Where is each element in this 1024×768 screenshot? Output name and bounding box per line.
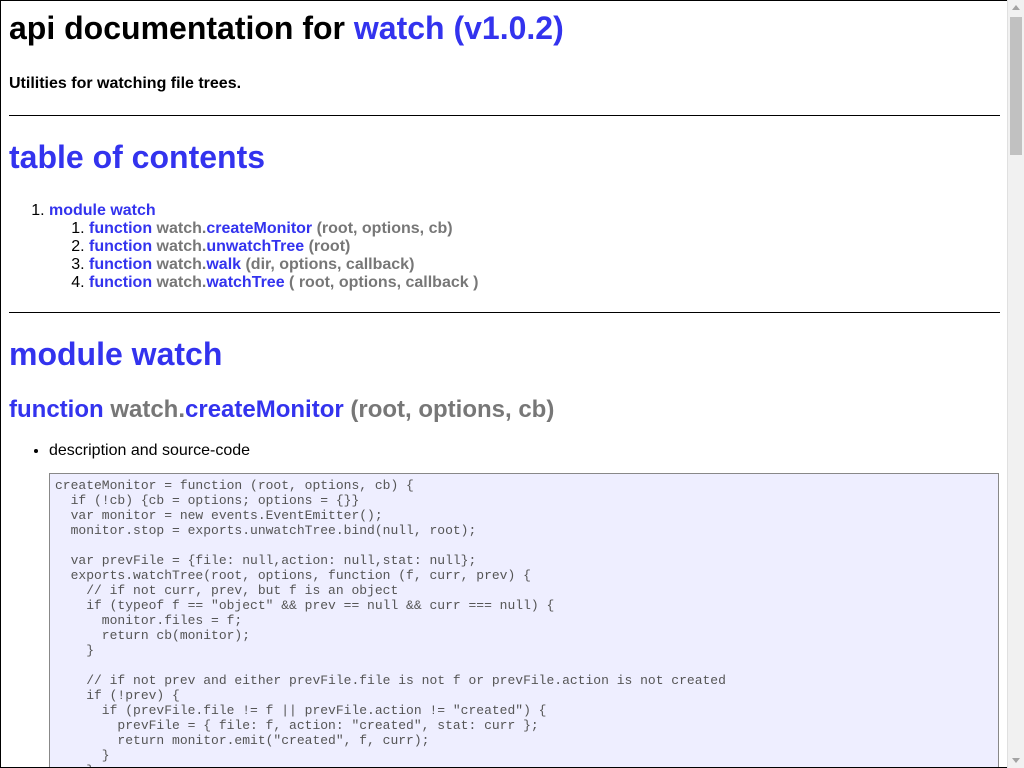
module-heading: module watch (9, 336, 223, 372)
divider (9, 312, 1000, 313)
vertical-scrollbar[interactable] (1007, 0, 1024, 768)
description-list: description and source-code createMonito… (9, 441, 1000, 767)
function-keyword: function (89, 274, 153, 291)
function-heading: function watch.createMonitor (root, opti… (9, 395, 1000, 425)
scrollbar-thumb[interactable] (1010, 17, 1022, 155)
function-signature: (root) (304, 238, 351, 255)
function-name: watchTree (206, 274, 285, 291)
function-object: watch. (156, 256, 207, 273)
description-item: description and source-code createMonito… (49, 441, 1000, 767)
toc-function-link[interactable]: function watch.walk (dir, options, callb… (89, 256, 414, 273)
function-signature: (dir, options, callback) (241, 256, 415, 273)
toc-function-item: function watch.unwatchTree (root) (89, 238, 1000, 256)
toc-heading: table of contents (9, 139, 266, 175)
package-description: Utilities for watching file trees. (9, 75, 242, 92)
description-label: description and source-code (49, 442, 251, 459)
function-keyword: function (89, 220, 153, 237)
scroll-down-arrow-icon[interactable] (1008, 752, 1024, 768)
document-content: api documentation for watch (v1.0.2) Uti… (1, 9, 1000, 767)
function-object: watch. (156, 220, 207, 237)
page-title: api documentation for watch (v1.0.2) (9, 9, 1000, 47)
scroll-up-arrow-icon[interactable] (1008, 0, 1024, 16)
source-code-block: createMonitor = function (root, options,… (49, 473, 999, 767)
toc-module-link[interactable]: module watch (49, 202, 156, 219)
function-signature: (root, options, cb) (312, 220, 453, 237)
function-name: unwatchTree (206, 238, 305, 255)
toc-function-item: function watch.createMonitor (root, opti… (89, 220, 1000, 238)
function-object: watch. (110, 396, 185, 423)
toc-function-link[interactable]: function watch.createMonitor (root, opti… (89, 220, 453, 237)
function-signature: ( root, options, callback ) (284, 274, 479, 291)
function-name: walk (206, 256, 242, 273)
page-title-prefix: api documentation for (9, 10, 354, 46)
function-signature: (root, options, cb) (343, 396, 555, 423)
function-name: createMonitor (206, 220, 313, 237)
document-viewport: api documentation for watch (v1.0.2) Uti… (0, 0, 1007, 768)
divider (9, 115, 1000, 116)
toc-function-item: function watch.walk (dir, options, callb… (89, 256, 1000, 274)
function-object: watch. (156, 274, 207, 291)
toc-function-link[interactable]: function watch.watchTree ( root, options… (89, 274, 478, 291)
function-name: createMonitor (185, 396, 344, 423)
function-keyword: function (89, 238, 153, 255)
toc-function-list: function watch.createMonitor (root, opti… (49, 220, 1000, 292)
toc-function-item: function watch.watchTree ( root, options… (89, 274, 1000, 292)
toc-function-link[interactable]: function watch.unwatchTree (root) (89, 238, 350, 255)
toc-list: module watch function watch.createMonito… (9, 202, 1000, 292)
function-keyword: function (89, 256, 153, 273)
function-keyword: function (9, 396, 104, 423)
toc-module-item: module watch function watch.createMonito… (49, 202, 1000, 292)
function-object: watch. (156, 238, 207, 255)
package-link[interactable]: watch (v1.0.2) (354, 10, 564, 46)
